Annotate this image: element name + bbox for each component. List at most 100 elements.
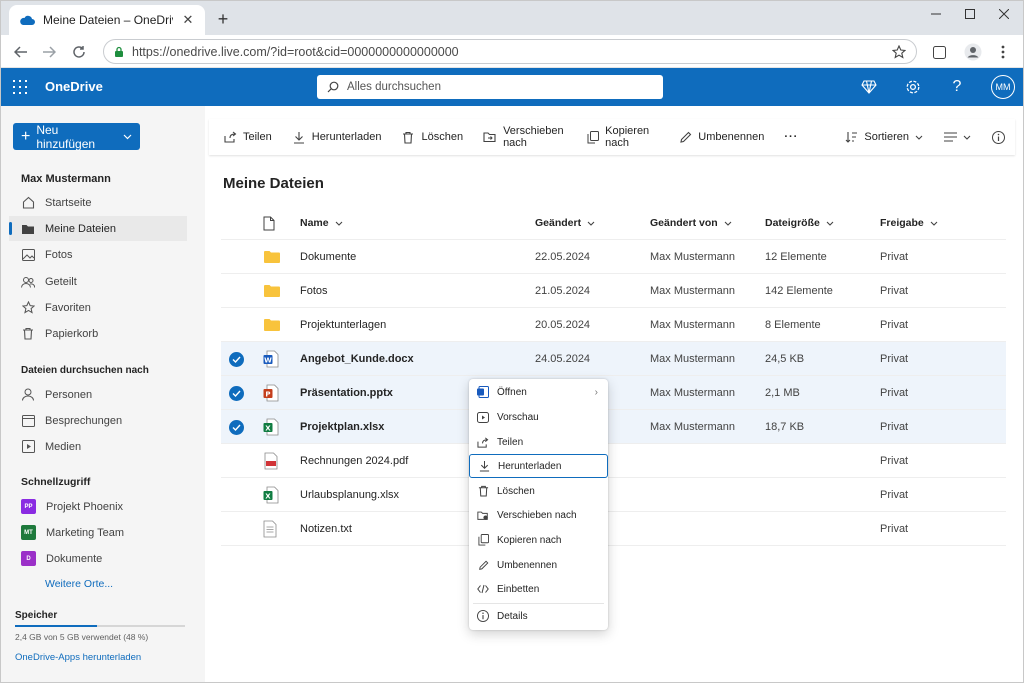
menu-item-download[interactable]: Herunterladen: [469, 454, 608, 478]
folder-icon: [263, 308, 287, 342]
menu-item-embed[interactable]: Einbetten: [469, 577, 608, 601]
site-badge: MT: [21, 525, 36, 540]
file-list: Name Geändert Geändert von Dateigröße Fr…: [221, 206, 1006, 546]
table-row[interactable]: X Urlaubsplanung.xlsx Privat: [221, 478, 1006, 512]
sort-button[interactable]: Sortieren: [834, 119, 933, 155]
bookmark-star-icon[interactable]: [892, 44, 906, 59]
menu-item-move[interactable]: Verschieben nach: [469, 503, 608, 527]
browser-menu-icon[interactable]: [993, 42, 1013, 62]
brand-title[interactable]: OneDrive: [45, 79, 103, 94]
more-actions-button[interactable]: ···: [774, 119, 808, 155]
help-icon[interactable]: ?: [947, 77, 967, 97]
file-name[interactable]: Projektunterlagen: [300, 308, 386, 342]
forward-icon[interactable]: [39, 42, 59, 62]
search-input[interactable]: Alles durchsuchen: [317, 75, 663, 99]
column-header-sharing[interactable]: Freigabe: [880, 206, 938, 240]
details-pane-button[interactable]: [981, 119, 1015, 155]
back-icon[interactable]: [11, 42, 31, 62]
row-checkbox[interactable]: [229, 410, 247, 444]
sidebar-item-home[interactable]: Startseite: [9, 190, 187, 215]
text-file-icon: [263, 512, 287, 546]
preview-icon: [477, 411, 489, 423]
sidebar-item-photos[interactable]: Fotos: [9, 242, 187, 267]
profile-icon[interactable]: [963, 42, 983, 62]
column-header-name[interactable]: Name: [300, 206, 343, 240]
file-type-header-icon[interactable]: [263, 206, 287, 240]
premium-diamond-icon[interactable]: [859, 77, 879, 97]
file-name[interactable]: Dokumente: [300, 240, 356, 274]
sidebar-item-meetings[interactable]: Besprechungen: [9, 408, 187, 433]
storage-progress-fill: [15, 625, 97, 627]
file-name[interactable]: Rechnungen 2024.pdf: [300, 444, 408, 478]
sidebar-item-projekt-phoenix[interactable]: PP Projekt Phoenix: [9, 494, 187, 519]
file-size: 18,7 KB: [765, 421, 805, 433]
chevron-down-icon: [826, 221, 834, 226]
rename-button[interactable]: Umbenennen: [668, 119, 774, 155]
menu-item-share[interactable]: Teilen: [469, 430, 608, 454]
menu-item-copy[interactable]: Kopieren nach: [469, 528, 608, 552]
settings-gear-icon[interactable]: [903, 77, 923, 97]
download-apps-link[interactable]: OneDrive-Apps herunterladen: [15, 652, 141, 663]
add-new-button[interactable]: + Neu hinzufügen: [13, 123, 140, 151]
row-checkbox[interactable]: [229, 376, 247, 410]
row-checkbox[interactable]: [229, 308, 247, 342]
table-row[interactable]: W Angebot_Kunde.docx 24.05.2024 Max Musterm…: [221, 342, 1006, 376]
reload-icon[interactable]: [69, 42, 89, 62]
address-bar[interactable]: https://onedrive.live.com/?id=root&cid=0…: [103, 39, 917, 64]
browser-tab[interactable]: Meine Dateien – OneDrive ✕: [9, 5, 205, 35]
delete-button[interactable]: Löschen: [391, 119, 473, 155]
download-button[interactable]: Herunterladen: [282, 119, 392, 155]
copy-button[interactable]: Kopieren nach: [577, 119, 668, 155]
table-row[interactable]: P Präsentation.pptx Max Mustermann 2,1 MB Pr…: [221, 376, 1006, 410]
avatar[interactable]: MM: [991, 75, 1015, 99]
row-checkbox[interactable]: [229, 512, 247, 546]
file-name[interactable]: Fotos: [300, 274, 328, 308]
sidebar-item-recycle-bin[interactable]: Papierkorb: [9, 321, 187, 346]
row-checkbox[interactable]: [229, 444, 247, 478]
sidepanel-icon[interactable]: [929, 42, 949, 62]
minimize-icon[interactable]: [921, 5, 951, 23]
sidebar-item-my-files[interactable]: Meine Dateien: [9, 216, 187, 241]
file-name[interactable]: Notizen.txt: [300, 512, 352, 546]
sidebar-item-marketing-team[interactable]: MT Marketing Team: [9, 520, 187, 545]
maximize-icon[interactable]: [955, 5, 985, 23]
table-row[interactable]: Dokumente 22.05.2024 Max Mustermann 12 Elem…: [221, 240, 1006, 274]
sidebar-item-dokumente[interactable]: D Dokumente: [9, 546, 187, 571]
menu-item-rename[interactable]: Umbenennen: [469, 553, 608, 577]
close-window-icon[interactable]: [989, 5, 1019, 23]
sidebar-item-shared[interactable]: Geteilt: [9, 269, 187, 294]
row-checkbox[interactable]: [229, 342, 247, 376]
row-checkbox[interactable]: [229, 274, 247, 308]
checkmark-icon: [229, 385, 244, 401]
menu-item-open[interactable]: Öffnen ›: [469, 380, 608, 404]
app-launcher-icon[interactable]: [13, 80, 27, 94]
menu-item-preview[interactable]: Vorschau: [469, 405, 608, 429]
file-name[interactable]: Urlaubsplanung.xlsx: [300, 478, 399, 512]
column-header-modified-by[interactable]: Geändert von: [650, 206, 732, 240]
file-name[interactable]: Präsentation.pptx: [300, 376, 393, 410]
table-row[interactable]: Fotos 21.05.2024 Max Mustermann 142 Element…: [221, 274, 1006, 308]
file-modified-by: Max Mustermann: [650, 387, 735, 399]
row-checkbox[interactable]: [229, 478, 247, 512]
table-row[interactable]: Projektunterlagen 20.05.2024 Max Musterman…: [221, 308, 1006, 342]
move-button[interactable]: Verschieben nach: [473, 119, 577, 155]
row-checkbox[interactable]: [229, 240, 247, 274]
sidebar-item-people[interactable]: Personen: [9, 382, 187, 407]
share-button[interactable]: Teilen: [209, 119, 282, 155]
file-name[interactable]: Angebot_Kunde.docx: [300, 342, 414, 376]
column-header-modified[interactable]: Geändert: [535, 206, 595, 240]
file-name[interactable]: Projektplan.xlsx: [300, 410, 384, 444]
table-row[interactable]: X Projektplan.xlsx Max Mustermann 18,7 KB Pr…: [221, 410, 1006, 444]
menu-item-delete[interactable]: Löschen: [469, 479, 608, 503]
column-header-size[interactable]: Dateigröße: [765, 206, 834, 240]
more-places-link[interactable]: Weitere Orte...: [45, 578, 113, 590]
file-sharing: Privat: [880, 455, 909, 467]
sidebar-item-favorites[interactable]: Favoriten: [9, 295, 187, 320]
tab-close-icon[interactable]: ✕: [181, 13, 195, 27]
table-row[interactable]: Notizen.txt Privat: [221, 512, 1006, 546]
view-options-button[interactable]: [933, 119, 981, 155]
new-tab-icon[interactable]: +: [213, 9, 233, 29]
table-row[interactable]: Rechnungen 2024.pdf Privat: [221, 444, 1006, 478]
menu-item-details[interactable]: Details: [469, 604, 608, 628]
sidebar-item-media[interactable]: Medien: [9, 434, 187, 459]
